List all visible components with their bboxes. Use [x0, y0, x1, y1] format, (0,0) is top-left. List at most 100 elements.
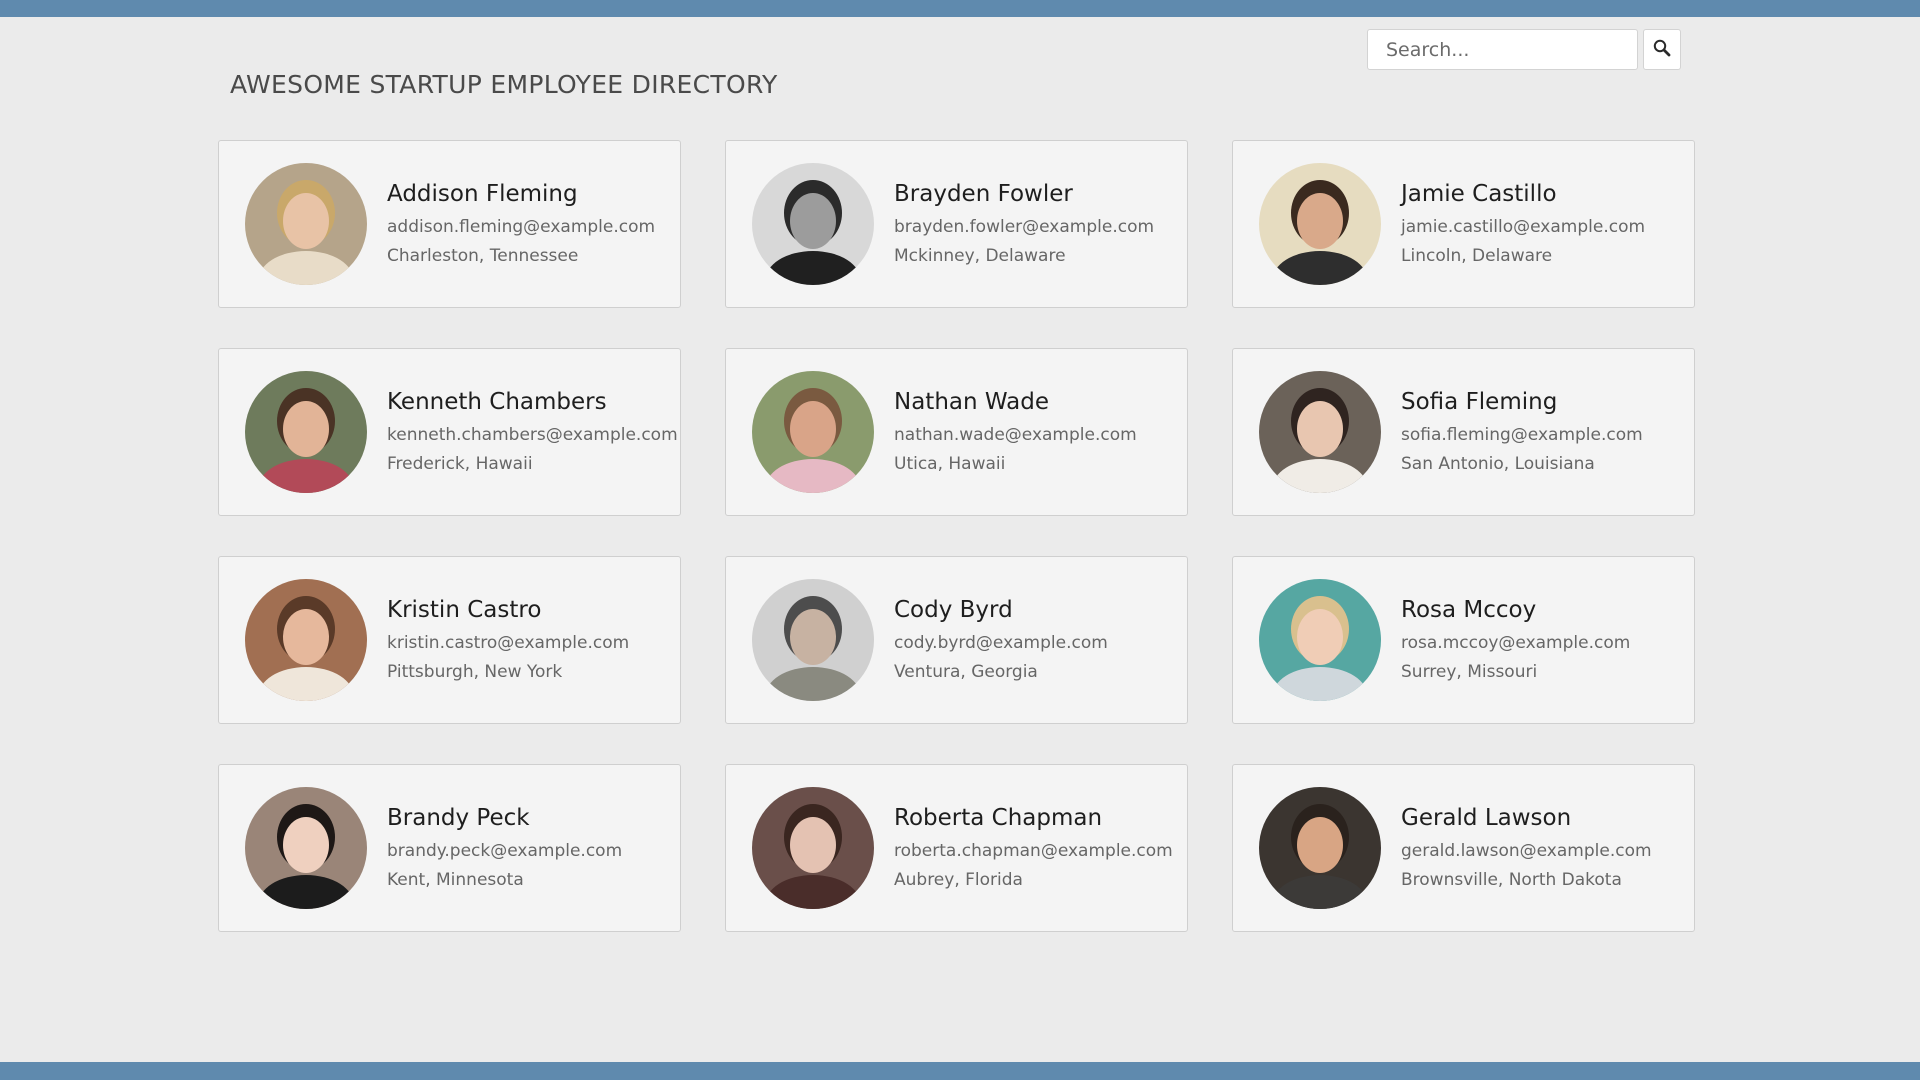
employee-email: gerald.lawson@example.com — [1401, 841, 1652, 862]
employee-avatar — [245, 579, 367, 701]
employee-location: Mckinney, Delaware — [894, 245, 1066, 266]
employee-location: Utica, Hawaii — [894, 453, 1006, 474]
avatar-photo — [1259, 371, 1381, 493]
employee-card[interactable]: Cody Byrd cody.byrd@example.com Ventura,… — [725, 556, 1188, 724]
employee-name: Nathan Wade — [894, 389, 1049, 416]
employee-email: brayden.fowler@example.com — [894, 217, 1155, 238]
employee-card[interactable]: Kenneth Chambers kenneth.chambers@exampl… — [218, 348, 681, 516]
employee-location: Kent, Minnesota — [387, 869, 524, 890]
employee-location: Surrey, Missouri — [1401, 661, 1538, 682]
avatar-face — [283, 401, 329, 457]
employee-card[interactable]: Brandy Peck brandy.peck@example.com Kent… — [218, 764, 681, 932]
employee-info: Cody Byrd cody.byrd@example.com Ventura,… — [894, 597, 1108, 682]
avatar-face — [790, 193, 836, 249]
employee-name: Rosa Mccoy — [1401, 597, 1537, 624]
employee-location: Ventura, Georgia — [894, 661, 1038, 682]
avatar-face — [1297, 609, 1343, 665]
avatar-face — [283, 193, 329, 249]
employee-info: Addison Fleming addison.fleming@example.… — [387, 181, 655, 266]
employee-avatar — [1259, 163, 1381, 285]
avatar-photo — [752, 787, 874, 909]
employee-info: Brayden Fowler brayden.fowler@example.co… — [894, 181, 1154, 266]
employee-location: Charleston, Tennessee — [387, 245, 579, 266]
employee-name: Brandy Peck — [387, 805, 530, 832]
avatar-face — [283, 609, 329, 665]
page-title: AWESOME STARTUP EMPLOYEE DIRECTORY — [230, 70, 778, 99]
employee-email: nathan.wade@example.com — [894, 425, 1137, 446]
employee-card[interactable]: Gerald Lawson gerald.lawson@example.com … — [1232, 764, 1695, 932]
employee-info: Brandy Peck brandy.peck@example.com Kent… — [387, 805, 622, 890]
employee-email: addison.fleming@example.com — [387, 217, 656, 238]
employee-name: Kristin Castro — [387, 597, 542, 624]
search-button[interactable] — [1643, 29, 1681, 70]
avatar-photo — [245, 579, 367, 701]
employee-location: Pittsburgh, New York — [387, 661, 563, 682]
avatar-photo — [245, 163, 367, 285]
employee-name: Brayden Fowler — [894, 181, 1073, 208]
avatar-face — [790, 609, 836, 665]
employee-email: brandy.peck@example.com — [387, 841, 623, 862]
employee-card[interactable]: Rosa Mccoy rosa.mccoy@example.com Surrey… — [1232, 556, 1695, 724]
avatar-face — [790, 401, 836, 457]
employee-info: Rosa Mccoy rosa.mccoy@example.com Surrey… — [1401, 597, 1630, 682]
employee-location: San Antonio, Louisiana — [1401, 453, 1595, 474]
employee-card[interactable]: Roberta Chapman roberta.chapman@example.… — [725, 764, 1188, 932]
employee-name: Addison Fleming — [387, 181, 578, 208]
employee-location: Frederick, Hawaii — [387, 453, 533, 474]
employee-card[interactable]: Addison Fleming addison.fleming@example.… — [218, 140, 681, 308]
employee-email: sofia.fleming@example.com — [1401, 425, 1643, 446]
employee-name: Roberta Chapman — [894, 805, 1103, 832]
employee-info: Kristin Castro kristin.castro@example.co… — [387, 597, 629, 682]
employee-info: Gerald Lawson gerald.lawson@example.com … — [1401, 805, 1652, 890]
avatar-photo — [245, 787, 367, 909]
bottom-frame-bar — [0, 1062, 1920, 1080]
employee-gallery: Addison Fleming addison.fleming@example.… — [218, 140, 1695, 932]
search-icon — [1652, 38, 1672, 61]
avatar-photo — [752, 579, 874, 701]
employee-info: Sofia Fleming sofia.fleming@example.com … — [1401, 389, 1643, 474]
employee-email: rosa.mccoy@example.com — [1401, 633, 1631, 654]
avatar-face — [1297, 401, 1343, 457]
employee-info: Jamie Castillo jamie.castillo@example.co… — [1401, 181, 1645, 266]
avatar-photo — [752, 371, 874, 493]
avatar-face — [1297, 193, 1343, 249]
avatar-face — [790, 817, 836, 873]
employee-avatar — [752, 371, 874, 493]
employee-avatar — [245, 371, 367, 493]
employee-name: Cody Byrd — [894, 597, 1013, 624]
avatar-face — [283, 817, 329, 873]
avatar-photo — [245, 371, 367, 493]
employee-avatar — [245, 163, 367, 285]
employee-card[interactable]: Sofia Fleming sofia.fleming@example.com … — [1232, 348, 1695, 516]
employee-location: Brownsville, North Dakota — [1401, 869, 1622, 890]
employee-avatar — [1259, 579, 1381, 701]
employee-card[interactable]: Kristin Castro kristin.castro@example.co… — [218, 556, 681, 724]
avatar-photo — [1259, 579, 1381, 701]
avatar-face — [1297, 817, 1343, 873]
avatar-photo — [1259, 163, 1381, 285]
employee-avatar — [752, 163, 874, 285]
avatar-photo — [752, 163, 874, 285]
employee-name: Gerald Lawson — [1401, 805, 1572, 832]
employee-location: Aubrey, Florida — [894, 869, 1023, 890]
search-form — [1367, 29, 1681, 70]
employee-card[interactable]: Jamie Castillo jamie.castillo@example.co… — [1232, 140, 1695, 308]
employee-name: Jamie Castillo — [1401, 181, 1557, 208]
search-input[interactable] — [1367, 29, 1638, 70]
employee-info: Nathan Wade nathan.wade@example.com Utic… — [894, 389, 1137, 474]
employee-avatar — [752, 579, 874, 701]
employee-card[interactable]: Nathan Wade nathan.wade@example.com Utic… — [725, 348, 1188, 516]
employee-name: Kenneth Chambers — [387, 389, 607, 416]
avatar-photo — [1259, 787, 1381, 909]
employee-email: cody.byrd@example.com — [894, 633, 1108, 654]
employee-avatar — [245, 787, 367, 909]
employee-name: Sofia Fleming — [1401, 389, 1558, 416]
employee-email: kristin.castro@example.com — [387, 633, 630, 654]
employee-email: roberta.chapman@example.com — [894, 841, 1173, 862]
employee-avatar — [1259, 371, 1381, 493]
employee-email: kenneth.chambers@example.com — [387, 425, 678, 446]
employee-avatar — [752, 787, 874, 909]
employee-card[interactable]: Brayden Fowler brayden.fowler@example.co… — [725, 140, 1188, 308]
employee-email: jamie.castillo@example.com — [1401, 217, 1646, 238]
top-frame-bar — [0, 0, 1920, 17]
